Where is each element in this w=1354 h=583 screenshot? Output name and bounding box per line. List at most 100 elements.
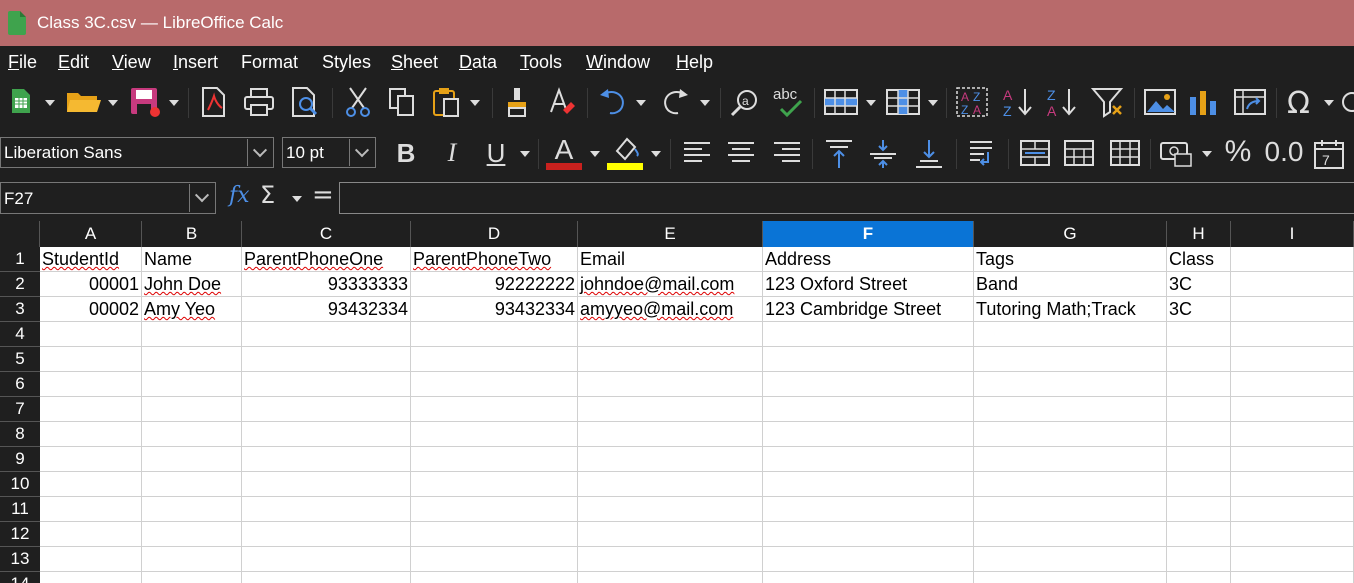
autofilter-icon[interactable]: [1090, 86, 1126, 118]
center-vertically-icon[interactable]: [866, 137, 900, 171]
cell-a8[interactable]: [40, 422, 142, 447]
cell-b11[interactable]: [142, 497, 242, 522]
cell-i13[interactable]: [1231, 547, 1354, 572]
percent-format-button[interactable]: %: [1222, 135, 1254, 169]
cell-h1[interactable]: Class: [1167, 247, 1231, 272]
highlight-color-icon[interactable]: [608, 135, 644, 163]
cell-c3[interactable]: 93432334: [242, 297, 411, 322]
cell-b3[interactable]: Amy Yeo: [142, 297, 242, 322]
column-header-i[interactable]: I: [1231, 221, 1354, 247]
cell-f12[interactable]: [763, 522, 974, 547]
cell-h9[interactable]: [1167, 447, 1231, 472]
row-dropdown-icon[interactable]: [866, 100, 876, 106]
cell-g12[interactable]: [974, 522, 1167, 547]
font-size-combobox[interactable]: [282, 137, 376, 168]
formula-input[interactable]: [339, 182, 1354, 214]
redo-dropdown-icon[interactable]: [700, 100, 710, 106]
cell-d4[interactable]: [411, 322, 578, 347]
cell-h3[interactable]: 3C: [1167, 297, 1231, 322]
cell-a9[interactable]: [40, 447, 142, 472]
number-format-button[interactable]: 0.0: [1264, 135, 1304, 169]
row-header-9[interactable]: 9: [0, 447, 40, 472]
cut-icon[interactable]: [342, 86, 374, 118]
row-header-8[interactable]: 8: [0, 422, 40, 447]
currency-format-icon[interactable]: [1158, 137, 1194, 169]
align-right-icon[interactable]: [770, 137, 804, 169]
row-header-14[interactable]: 14: [0, 572, 40, 583]
special-character-dropdown-icon[interactable]: [1324, 100, 1334, 106]
cell-e8[interactable]: [578, 422, 763, 447]
insert-image-icon[interactable]: [1142, 86, 1178, 118]
cell-e1[interactable]: Email: [578, 247, 763, 272]
menu-tools[interactable]: Tools: [520, 52, 562, 73]
cell-c4[interactable]: [242, 322, 411, 347]
cell-g14[interactable]: [974, 572, 1167, 583]
function-wizard-icon[interactable]: fx: [229, 183, 250, 208]
paste-icon[interactable]: [430, 86, 464, 118]
cell-c9[interactable]: [242, 447, 411, 472]
undo-icon[interactable]: [596, 86, 630, 118]
align-left-icon[interactable]: [680, 137, 714, 169]
sort-descending-icon[interactable]: ZA: [1044, 84, 1080, 120]
row-header-11[interactable]: 11: [0, 497, 40, 522]
cell-i4[interactable]: [1231, 322, 1354, 347]
cell-b1[interactable]: Name: [142, 247, 242, 272]
clone-formatting-icon[interactable]: [502, 86, 532, 118]
cell-c8[interactable]: [242, 422, 411, 447]
row-icon[interactable]: [822, 86, 860, 118]
cell-d8[interactable]: [411, 422, 578, 447]
cell-e11[interactable]: [578, 497, 763, 522]
cell-c11[interactable]: [242, 497, 411, 522]
name-box-dropdown-icon[interactable]: [189, 184, 214, 212]
cell-h10[interactable]: [1167, 472, 1231, 497]
cell-c7[interactable]: [242, 397, 411, 422]
cell-c12[interactable]: [242, 522, 411, 547]
cell-g13[interactable]: [974, 547, 1167, 572]
column-header-h[interactable]: H: [1167, 221, 1231, 247]
cell-a3[interactable]: 00002: [40, 297, 142, 322]
cell-f4[interactable]: [763, 322, 974, 347]
spelling-icon[interactable]: abc: [770, 84, 808, 120]
cell-i12[interactable]: [1231, 522, 1354, 547]
cell-b14[interactable]: [142, 572, 242, 583]
cell-b2[interactable]: John Doe: [142, 272, 242, 297]
new-spreadsheet-icon[interactable]: [8, 86, 34, 116]
cell-a14[interactable]: [40, 572, 142, 583]
cell-g5[interactable]: [974, 347, 1167, 372]
cell-i3[interactable]: [1231, 297, 1354, 322]
cell-c2[interactable]: 93333333: [242, 272, 411, 297]
cell-g7[interactable]: [974, 397, 1167, 422]
name-box[interactable]: [0, 182, 216, 214]
sum-dropdown-icon[interactable]: [292, 196, 302, 202]
sum-icon[interactable]: Σ: [260, 181, 275, 209]
cell-g3[interactable]: Tutoring Math;Track: [974, 297, 1167, 322]
italic-button[interactable]: I: [438, 137, 466, 169]
font-name-input[interactable]: [4, 143, 234, 163]
cell-a6[interactable]: [40, 372, 142, 397]
cell-a7[interactable]: [40, 397, 142, 422]
column-header-a[interactable]: A: [40, 221, 142, 247]
row-header-5[interactable]: 5: [0, 347, 40, 372]
print-preview-icon[interactable]: [288, 86, 322, 118]
row-header-2[interactable]: 2: [0, 272, 40, 297]
menu-file[interactable]: File: [8, 52, 37, 73]
save-icon[interactable]: [128, 86, 162, 118]
menu-help[interactable]: Help: [676, 52, 713, 73]
underline-dropdown-icon[interactable]: [520, 151, 530, 157]
unmerge-cells-icon[interactable]: [1108, 137, 1142, 169]
row-header-1[interactable]: 1: [0, 247, 40, 272]
cell-i11[interactable]: [1231, 497, 1354, 522]
column-header-g[interactable]: G: [974, 221, 1167, 247]
underline-button[interactable]: U: [482, 137, 510, 169]
cell-i6[interactable]: [1231, 372, 1354, 397]
cell-h14[interactable]: [1167, 572, 1231, 583]
row-header-7[interactable]: 7: [0, 397, 40, 422]
cell-g11[interactable]: [974, 497, 1167, 522]
column-header-c[interactable]: C: [242, 221, 411, 247]
cell-h13[interactable]: [1167, 547, 1231, 572]
find-replace-icon[interactable]: a: [728, 86, 762, 118]
row-header-10[interactable]: 10: [0, 472, 40, 497]
cell-f10[interactable]: [763, 472, 974, 497]
cell-i7[interactable]: [1231, 397, 1354, 422]
align-top-icon[interactable]: [822, 137, 856, 171]
